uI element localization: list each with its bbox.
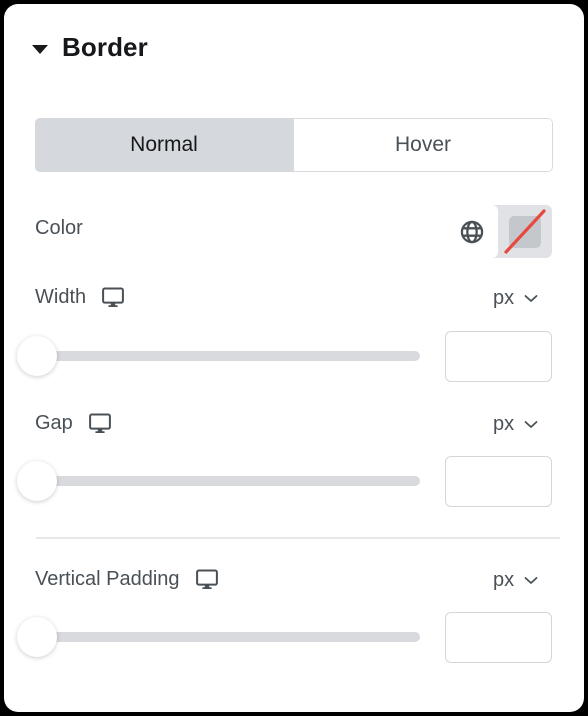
tab-normal-label: Normal — [130, 133, 198, 156]
gap-slider-track[interactable] — [24, 476, 420, 486]
section-divider — [36, 537, 560, 539]
vertical-padding-slider[interactable] — [4, 617, 424, 657]
gap-unit-dropdown[interactable]: px — [493, 413, 538, 436]
gap-unit-label: px — [493, 413, 515, 435]
vertical-padding-row-label: Vertical Padding — [35, 568, 218, 591]
width-number-input[interactable] — [445, 331, 552, 382]
desktop-monitor-icon[interactable] — [195, 569, 218, 590]
state-tab-group: Normal Hover — [35, 118, 553, 172]
vertical-padding-number-input[interactable] — [445, 612, 552, 663]
caret-down-icon[interactable] — [32, 44, 48, 54]
width-unit-dropdown[interactable]: px — [493, 287, 538, 310]
globe-icon — [460, 220, 483, 243]
color-swatch-button[interactable] — [498, 205, 552, 258]
vertical-padding-slider-thumb[interactable] — [17, 617, 57, 657]
width-row-label: Width — [35, 286, 125, 309]
vertical-padding-unit-dropdown[interactable]: px — [493, 569, 538, 592]
page-title: Border — [62, 32, 148, 62]
gap-slider[interactable] — [4, 461, 424, 501]
color-control-group — [445, 205, 552, 258]
gap-row-label: Gap — [35, 412, 111, 435]
width-label-text: Width — [35, 286, 87, 308]
border-settings-panel: Border Normal Hover Color Width px Gap p… — [4, 4, 584, 712]
chevron-down-icon — [524, 295, 538, 302]
global-color-button[interactable] — [445, 205, 498, 258]
tab-normal[interactable]: Normal — [35, 118, 293, 172]
vertical-padding-unit-label: px — [493, 569, 515, 591]
vertical-padding-label-text: Vertical Padding — [35, 568, 180, 590]
chevron-down-icon — [524, 421, 538, 428]
width-slider-thumb[interactable] — [17, 336, 57, 376]
gap-label-text: Gap — [35, 412, 73, 434]
width-slider[interactable] — [4, 336, 424, 376]
vertical-padding-slider-track[interactable] — [24, 632, 420, 642]
width-slider-track[interactable] — [24, 351, 420, 361]
tab-hover-label: Hover — [394, 133, 452, 156]
width-unit-label: px — [493, 287, 515, 309]
desktop-monitor-icon[interactable] — [88, 413, 111, 434]
desktop-monitor-icon[interactable] — [102, 287, 125, 308]
color-label-text: Color — [35, 217, 83, 239]
tab-hover[interactable]: Hover — [293, 118, 553, 172]
color-swatch — [509, 215, 541, 248]
gap-slider-thumb[interactable] — [17, 461, 57, 501]
section-header-border[interactable]: Border — [32, 32, 148, 63]
chevron-down-icon — [524, 577, 538, 584]
gap-number-input[interactable] — [445, 456, 552, 507]
color-row-label: Color — [35, 217, 83, 240]
